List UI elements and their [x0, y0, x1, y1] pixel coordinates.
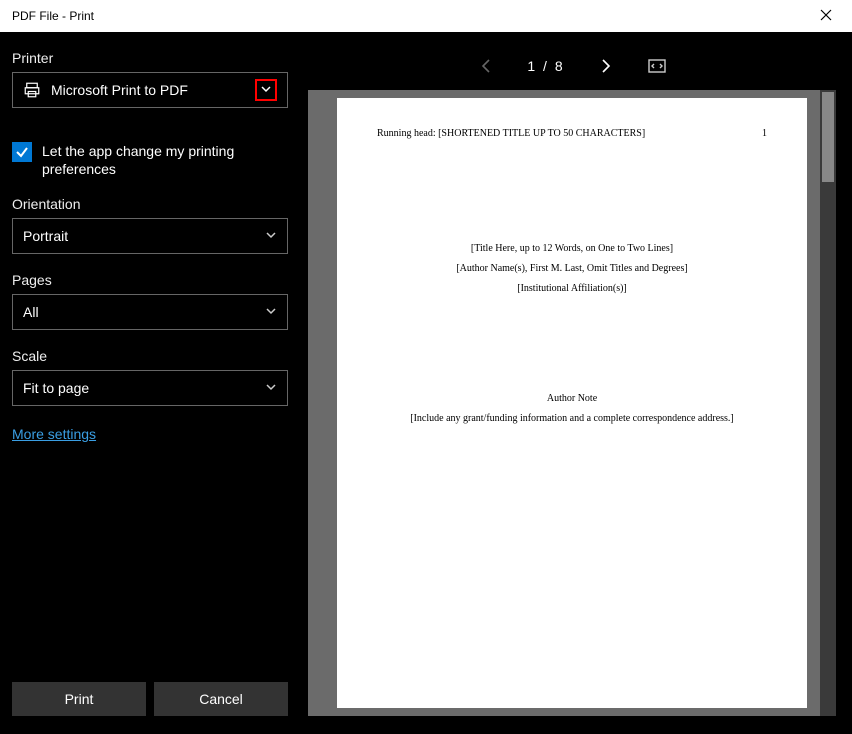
preferences-checkbox-label: Let the app change my printing preferenc… — [42, 142, 288, 178]
scrollbar-thumb[interactable] — [822, 92, 834, 182]
cancel-button[interactable]: Cancel — [154, 682, 288, 716]
preview-toolbar: 1 / 8 — [300, 42, 844, 90]
main-content: Printer Microsoft Print to PDF — [0, 32, 852, 734]
printer-dropdown[interactable]: Microsoft Print to PDF — [12, 72, 288, 108]
printer-icon — [23, 81, 41, 99]
fit-to-window-icon[interactable] — [645, 54, 669, 78]
doc-title: [Title Here, up to 12 Words, on One to T… — [377, 239, 767, 259]
printer-selected: Microsoft Print to PDF — [51, 82, 188, 98]
scrollbar-track[interactable] — [820, 90, 836, 716]
chevron-down-icon — [260, 82, 272, 98]
pages-label: Pages — [12, 272, 288, 288]
preview-scroll[interactable]: Running head: [SHORTENED TITLE UP TO 50 … — [308, 90, 836, 716]
author-note-heading: Author Note — [377, 389, 767, 409]
close-icon[interactable] — [812, 4, 840, 28]
print-button[interactable]: Print — [12, 682, 146, 716]
doc-affiliation: [Institutional Affiliation(s)] — [377, 279, 767, 299]
printer-group: Printer Microsoft Print to PDF — [12, 50, 288, 108]
title-block: [Title Here, up to 12 Words, on One to T… — [377, 239, 767, 299]
orientation-dropdown[interactable]: Portrait — [12, 218, 288, 254]
orientation-selected: Portrait — [23, 228, 68, 244]
doc-author: [Author Name(s), First M. Last, Omit Tit… — [377, 259, 767, 279]
window-title: PDF File - Print — [12, 9, 94, 23]
running-head-text: Running head: [SHORTENED TITLE UP TO 50 … — [377, 128, 645, 139]
pages-dropdown[interactable]: All — [12, 294, 288, 330]
scale-group: Scale Fit to page — [12, 348, 288, 406]
next-page-icon[interactable] — [593, 54, 617, 78]
action-buttons: Print Cancel — [12, 682, 288, 722]
page-separator: / — [543, 58, 549, 74]
page-indicator: 1 / 8 — [527, 58, 564, 74]
preview-panel: 1 / 8 Running head: [SHORTENED TITLE UP … — [300, 32, 852, 734]
orientation-label: Orientation — [12, 196, 288, 212]
scale-dropdown[interactable]: Fit to page — [12, 370, 288, 406]
chevron-down-icon — [265, 380, 277, 396]
author-note-block: Author Note [Include any grant/funding i… — [377, 389, 767, 429]
prev-page-icon[interactable] — [475, 54, 499, 78]
scale-selected: Fit to page — [23, 380, 89, 396]
titlebar: PDF File - Print — [0, 0, 852, 32]
orientation-group: Orientation Portrait — [12, 196, 288, 254]
author-note-body: [Include any grant/funding information a… — [377, 409, 767, 429]
pages-group: Pages All — [12, 272, 288, 330]
preferences-checkbox-row: Let the app change my printing preferenc… — [12, 142, 288, 178]
running-head: Running head: [SHORTENED TITLE UP TO 50 … — [377, 128, 767, 139]
scale-label: Scale — [12, 348, 288, 364]
printer-chevron-highlight — [255, 79, 277, 101]
preview-area: Running head: [SHORTENED TITLE UP TO 50 … — [300, 90, 844, 724]
more-settings-link[interactable]: More settings — [12, 426, 288, 442]
document-page: Running head: [SHORTENED TITLE UP TO 50 … — [337, 98, 807, 708]
preferences-checkbox[interactable] — [12, 142, 32, 162]
printer-label: Printer — [12, 50, 288, 66]
current-page: 1 — [527, 58, 537, 74]
settings-panel: Printer Microsoft Print to PDF — [0, 32, 300, 734]
total-pages: 8 — [555, 58, 565, 74]
chevron-down-icon — [265, 304, 277, 320]
pages-selected: All — [23, 304, 39, 320]
chevron-down-icon — [265, 228, 277, 244]
page-number: 1 — [762, 128, 767, 139]
